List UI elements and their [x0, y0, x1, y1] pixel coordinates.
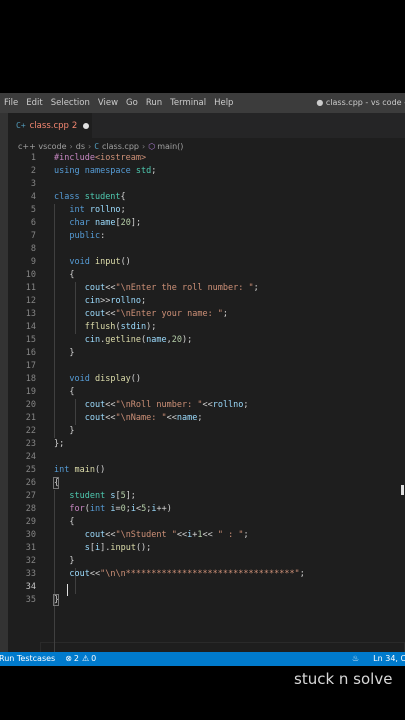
- unsaved-dot-icon[interactable]: [83, 122, 90, 129]
- code-line: 3: [30, 179, 36, 189]
- breadcrumb-symbol[interactable]: main(): [157, 142, 183, 151]
- cursor-position[interactable]: Ln 34, Co: [373, 652, 405, 666]
- code-line: 29 {: [25, 517, 75, 527]
- menu-view[interactable]: View: [94, 98, 122, 108]
- code-line: 30 cout<<"\nStudent "<<i+1<< " : ";: [25, 530, 249, 540]
- cpp-file-icon: C: [94, 141, 100, 151]
- code-line: 22 }: [25, 426, 75, 436]
- cpp-file-icon: C+: [16, 121, 26, 130]
- status-bar: Run Testcases ⊗ 2 ⚠ 0 ♨ Ln 34, Co: [0, 652, 405, 666]
- code-line: 32 }: [25, 556, 75, 566]
- code-line: 15 cin.getline(name,20);: [25, 335, 193, 345]
- code-line: 26{: [25, 478, 60, 488]
- code-line: 24: [25, 452, 36, 462]
- scrollbar-marker[interactable]: [401, 485, 404, 495]
- breadcrumb-file[interactable]: class.cpp: [102, 142, 139, 151]
- code-line: 25 int main(): [25, 465, 106, 475]
- menu-selection[interactable]: Selection: [47, 98, 94, 108]
- error-count: 2: [73, 654, 79, 663]
- code-line: 8: [30, 244, 36, 254]
- code-line: 4 class student{: [30, 192, 126, 202]
- code-line: 20 cout<<"\nRoll number: "<<rollno;: [25, 400, 249, 410]
- code-line: 33 cout<<"\n\n**************************…: [25, 569, 305, 579]
- tab-bar: C+ class.cpp 2: [8, 113, 405, 138]
- function-symbol-icon: ⬡: [148, 141, 156, 151]
- code-line: 14 fflush(stdin);: [25, 322, 157, 332]
- code-line: 21 cout<<"\nName: "<<name;: [25, 413, 203, 423]
- code-line: 12 cin>>rollno;: [25, 296, 147, 306]
- chevron-right-icon: ›: [142, 141, 146, 151]
- code-line: 10 {: [25, 270, 75, 280]
- menu-go[interactable]: Go: [122, 98, 142, 108]
- code-line: 19 {: [25, 387, 75, 397]
- code-line: 31 s[i].input();: [25, 543, 152, 553]
- tab-class-cpp[interactable]: C+ class.cpp 2: [8, 113, 92, 138]
- code-line: 16 }: [25, 348, 75, 358]
- window-title: ● class.cpp - vs code -: [316, 98, 405, 107]
- code-line: 13 cout<<"\nEnter your name: ";: [25, 309, 229, 319]
- code-line: 5 int rollno;: [30, 205, 126, 215]
- tab-problem-count: 2: [71, 120, 78, 131]
- activity-bar: [0, 113, 8, 653]
- bracket-match-highlight: [53, 594, 59, 606]
- bracket-match-highlight: [53, 477, 59, 489]
- menu-terminal[interactable]: Terminal: [166, 98, 210, 108]
- tab-label: class.cpp: [29, 120, 69, 131]
- code-line: 23};: [25, 439, 65, 449]
- breadcrumb: c++ vscode › ds › C class.cpp › ⬡ main(): [18, 139, 183, 153]
- menu-file[interactable]: File: [0, 98, 22, 108]
- breadcrumb-folder-root[interactable]: c++ vscode: [18, 142, 67, 151]
- code-line: 27 student s[5];: [25, 491, 136, 501]
- warning-count: 0: [91, 654, 97, 663]
- text-cursor: [67, 584, 68, 596]
- code-line: 1 #include<iostream>: [30, 153, 147, 163]
- code-line: 11 cout<<"\nEnter the roll number: ";: [25, 283, 259, 293]
- menu-edit[interactable]: Edit: [22, 98, 46, 108]
- breadcrumb-folder-ds[interactable]: ds: [76, 142, 85, 151]
- code-editor[interactable]: 1 #include<iostream> 2 using namespace std…: [8, 152, 405, 666]
- menu-run[interactable]: Run: [142, 98, 166, 108]
- code-line: 17: [25, 361, 36, 371]
- code-line: 28 for(int i=0;i<5;i++): [25, 504, 172, 514]
- chevron-right-icon: ›: [88, 141, 92, 151]
- problems-indicator[interactable]: ⊗ 2 ⚠ 0: [65, 652, 96, 666]
- error-icon: ⊗: [65, 654, 72, 663]
- run-testcases-button[interactable]: Run Testcases: [0, 652, 55, 666]
- code-line: 9 void input(): [30, 257, 131, 267]
- vscode-window: File Edit Selection View Go Run Terminal…: [0, 93, 405, 666]
- code-line: 7 public:: [30, 231, 106, 241]
- flame-icon[interactable]: ♨: [352, 652, 359, 666]
- menu-help[interactable]: Help: [210, 98, 237, 108]
- code-line: 2 using namespace std;: [30, 166, 157, 176]
- code-line: 6 char name[20];: [30, 218, 142, 228]
- chevron-right-icon: ›: [69, 141, 73, 151]
- warning-icon: ⚠: [82, 654, 90, 663]
- menu-bar: File Edit Selection View Go Run Terminal…: [0, 93, 405, 113]
- watermark-text: stuck n solve: [294, 670, 393, 688]
- code-line: 18 void display(): [25, 374, 142, 384]
